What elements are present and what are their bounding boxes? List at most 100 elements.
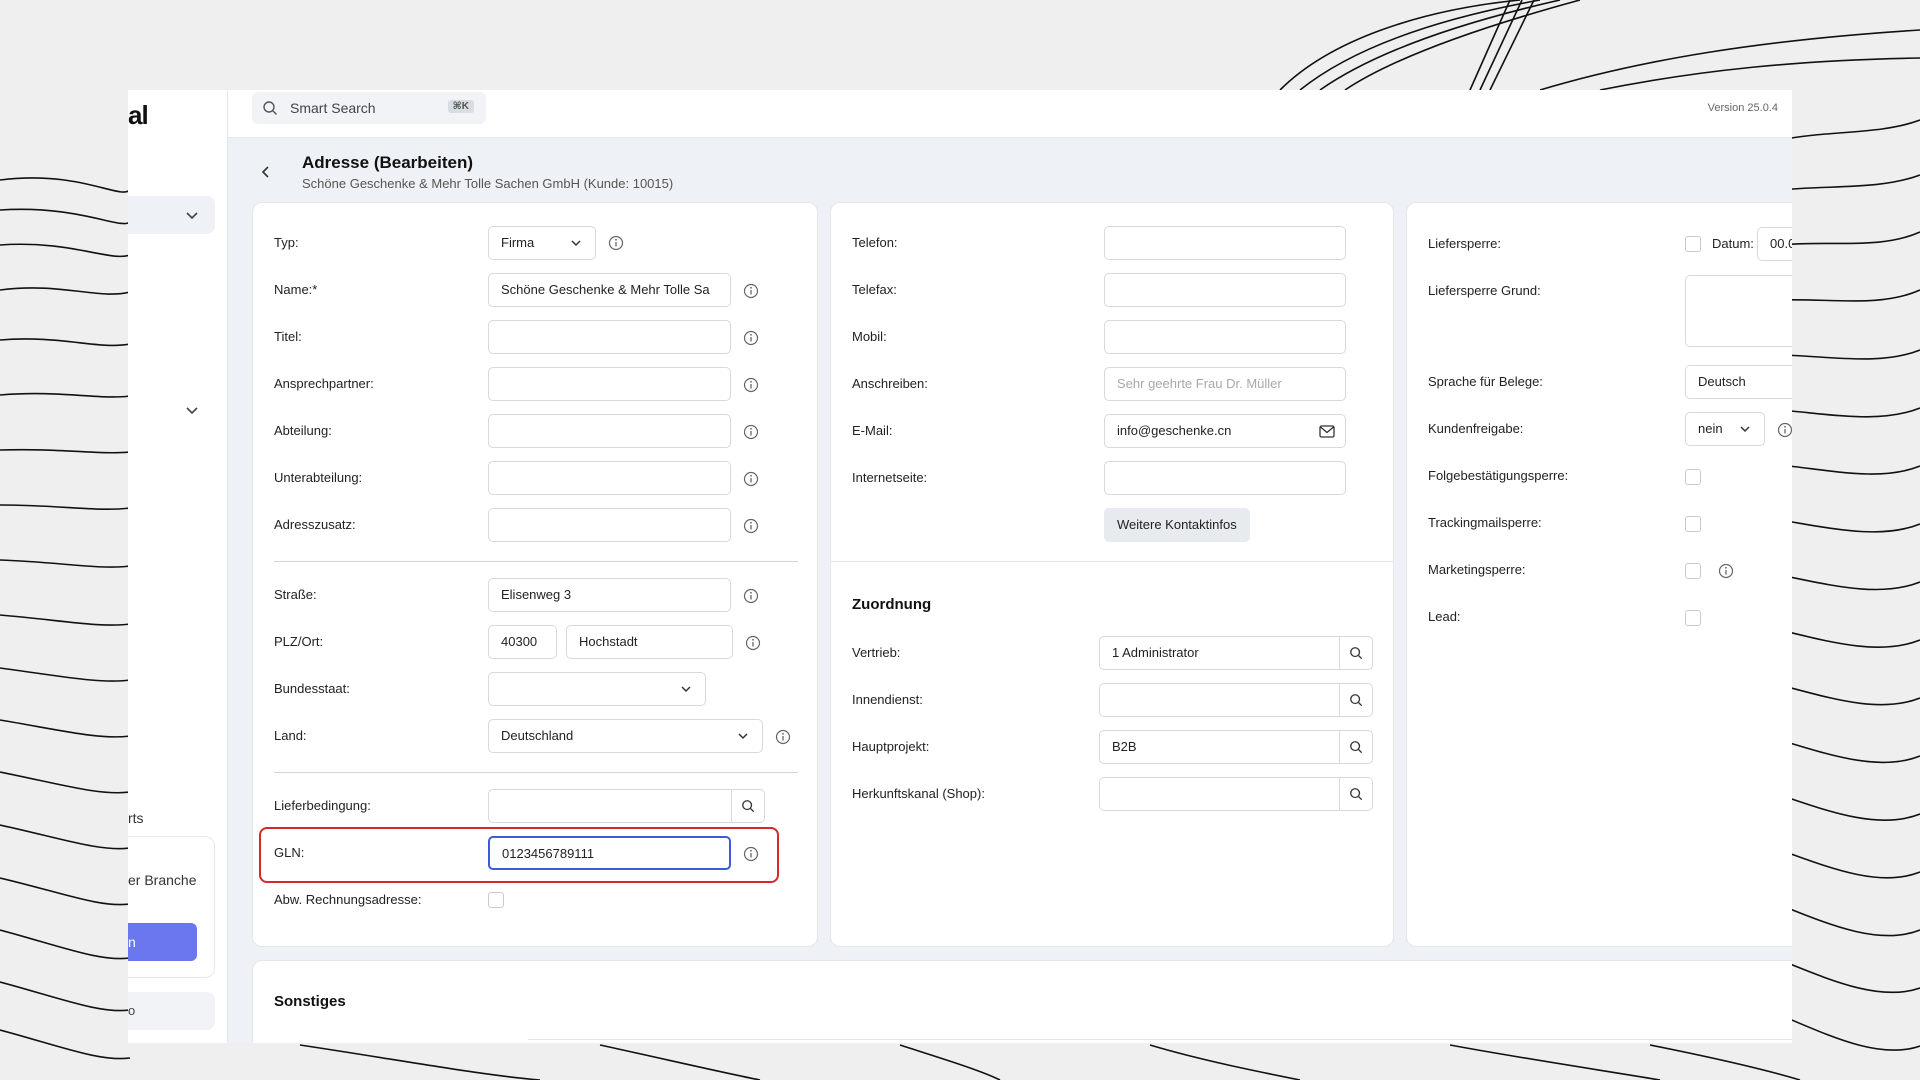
info-icon[interactable] xyxy=(743,471,759,487)
bundesstaat-label: Bundesstaat: xyxy=(274,681,350,696)
gln-field[interactable]: 0123456789111 xyxy=(488,836,731,870)
name-label: Name:* xyxy=(274,282,318,297)
info-icon[interactable] xyxy=(775,729,791,745)
info-icon[interactable] xyxy=(608,235,624,251)
info-icon[interactable] xyxy=(743,377,759,393)
back-arrow-icon[interactable] xyxy=(258,164,274,180)
innendienst-field[interactable] xyxy=(1099,683,1340,717)
envelope-icon[interactable] xyxy=(1319,425,1335,438)
sprache-label: Sprache für Belege: xyxy=(1428,374,1543,389)
sonstiges-title: Sonstiges xyxy=(274,993,346,1010)
info-icon[interactable] xyxy=(745,635,761,651)
name-field[interactable]: Schöne Geschenke & Mehr Tolle Sa xyxy=(488,273,731,307)
vertrieb-field[interactable]: 1 Administrator xyxy=(1099,636,1340,670)
smart-search[interactable]: Smart Search ⌘K xyxy=(252,92,486,124)
innendienst-search-button[interactable] xyxy=(1339,683,1373,717)
search-icon xyxy=(1350,741,1363,754)
liefersperre-checkbox[interactable] xyxy=(1685,236,1701,252)
info-icon[interactable] xyxy=(743,283,759,299)
ansprechpartner-label: Ansprechpartner: xyxy=(274,376,374,391)
herkunftskanal-field[interactable] xyxy=(1099,777,1340,811)
land-label: Land: xyxy=(274,728,307,743)
info-icon[interactable] xyxy=(743,588,759,604)
info-icon[interactable] xyxy=(743,846,759,862)
page-header: Adresse (Bearbeiten) Schöne Geschenke & … xyxy=(228,138,1792,206)
hauptprojekt-field[interactable]: B2B xyxy=(1099,730,1340,764)
herkunftskanal-search-button[interactable] xyxy=(1339,777,1373,811)
sidebar-primary-button[interactable]: n xyxy=(128,923,197,961)
plz-field[interactable]: 40300 xyxy=(488,625,557,659)
info-icon[interactable] xyxy=(1777,422,1792,438)
titel-field[interactable] xyxy=(488,320,731,354)
land-select[interactable]: Deutschland xyxy=(488,719,763,753)
typ-label: Typ: xyxy=(274,235,299,250)
version-label: Version 25.0.4 xyxy=(1707,102,1778,114)
divider xyxy=(274,561,798,562)
mobil-field[interactable] xyxy=(1104,320,1346,354)
search-icon xyxy=(263,101,277,115)
abw-rechnungsadresse-checkbox[interactable] xyxy=(488,892,504,908)
vertrieb-label: Vertrieb: xyxy=(852,645,901,660)
search-icon xyxy=(1350,788,1363,801)
marketingsperre-checkbox[interactable] xyxy=(1685,563,1701,579)
adresszusatz-label: Adresszusatz: xyxy=(274,517,356,532)
weitere-kontaktinfos-button[interactable]: Weitere Kontaktinfos xyxy=(1104,508,1250,542)
screenshot-card: al rts er Branche n o Smart Search ⌘K Ve… xyxy=(0,0,1920,1080)
sidebar-selected-item[interactable] xyxy=(128,196,215,234)
lieferbedingung-search-button[interactable] xyxy=(731,789,765,823)
app-logo: al xyxy=(128,100,149,130)
telefon-label: Telefon: xyxy=(852,235,898,250)
chevron-down-icon xyxy=(1740,426,1750,433)
info-icon[interactable] xyxy=(743,518,759,534)
hauptprojekt-search-button[interactable] xyxy=(1339,730,1373,764)
internetseite-field[interactable] xyxy=(1104,461,1346,495)
email-field[interactable]: info@geschenke.cn xyxy=(1104,414,1346,448)
marketingsperre-label: Marketingsperre: xyxy=(1428,562,1526,577)
chevron-down-icon xyxy=(571,240,581,247)
liefersperre-grund-field[interactable] xyxy=(1685,275,1792,347)
titel-label: Titel: xyxy=(274,329,302,344)
unterabteilung-field[interactable] xyxy=(488,461,731,495)
folgebestaetigungsperre-label: Folgebestätigungsperre: xyxy=(1428,468,1569,483)
lieferbedingung-label: Lieferbedingung: xyxy=(274,798,371,813)
settings-panel: Liefersperre: Datum: 00.0 Liefersperre G… xyxy=(1406,202,1792,947)
vertrieb-search-button[interactable] xyxy=(1339,636,1373,670)
liefersperre-label: Liefersperre: xyxy=(1428,236,1501,251)
search-icon xyxy=(1350,647,1363,660)
datum-field[interactable]: 00.0 xyxy=(1757,227,1792,261)
contact-panel: Telefon: Telefax: Mobil: Anschreiben: Se… xyxy=(830,202,1394,947)
info-icon[interactable] xyxy=(743,424,759,440)
strasse-field[interactable]: Elisenweg 3 xyxy=(488,578,731,612)
email-label: E-Mail: xyxy=(852,423,893,438)
search-icon xyxy=(742,800,755,813)
trackingmailsperre-checkbox[interactable] xyxy=(1685,516,1701,532)
ansprechpartner-field[interactable] xyxy=(488,367,731,401)
sprache-select[interactable]: Deutsch xyxy=(1685,365,1792,399)
divider xyxy=(831,561,1393,562)
adresszusatz-field[interactable] xyxy=(488,508,731,542)
mobil-label: Mobil: xyxy=(852,329,887,344)
chevron-down-icon xyxy=(681,686,691,693)
abteilung-field[interactable] xyxy=(488,414,731,448)
info-icon[interactable] xyxy=(1718,563,1734,579)
zuordnung-title: Zuordnung xyxy=(852,596,932,613)
datum-label: Datum: xyxy=(1712,236,1754,251)
telefon-field[interactable] xyxy=(1104,226,1346,260)
unterabteilung-label: Unterabteilung: xyxy=(274,470,363,485)
lead-checkbox[interactable] xyxy=(1685,610,1701,626)
search-placeholder: Smart Search xyxy=(290,100,376,116)
kundenfreigabe-select[interactable]: nein xyxy=(1685,412,1765,446)
info-icon[interactable] xyxy=(743,330,759,346)
bundesstaat-select[interactable] xyxy=(488,672,706,706)
sidebar: al rts er Branche n o xyxy=(128,90,228,1043)
lieferbedingung-field[interactable] xyxy=(488,789,732,823)
anschreiben-field[interactable]: Sehr geehrte Frau Dr. Müller xyxy=(1104,367,1346,401)
chevron-down-icon[interactable] xyxy=(182,400,202,420)
ort-field[interactable]: Hochstadt xyxy=(566,625,733,659)
telefax-field[interactable] xyxy=(1104,273,1346,307)
plzort-label: PLZ/Ort: xyxy=(274,634,324,649)
folgebestaetigungsperre-checkbox[interactable] xyxy=(1685,469,1701,485)
typ-select[interactable]: Firma xyxy=(488,226,596,260)
sidebar-secondary-item[interactable]: o xyxy=(128,992,215,1030)
typ-value: Firma xyxy=(501,235,535,250)
